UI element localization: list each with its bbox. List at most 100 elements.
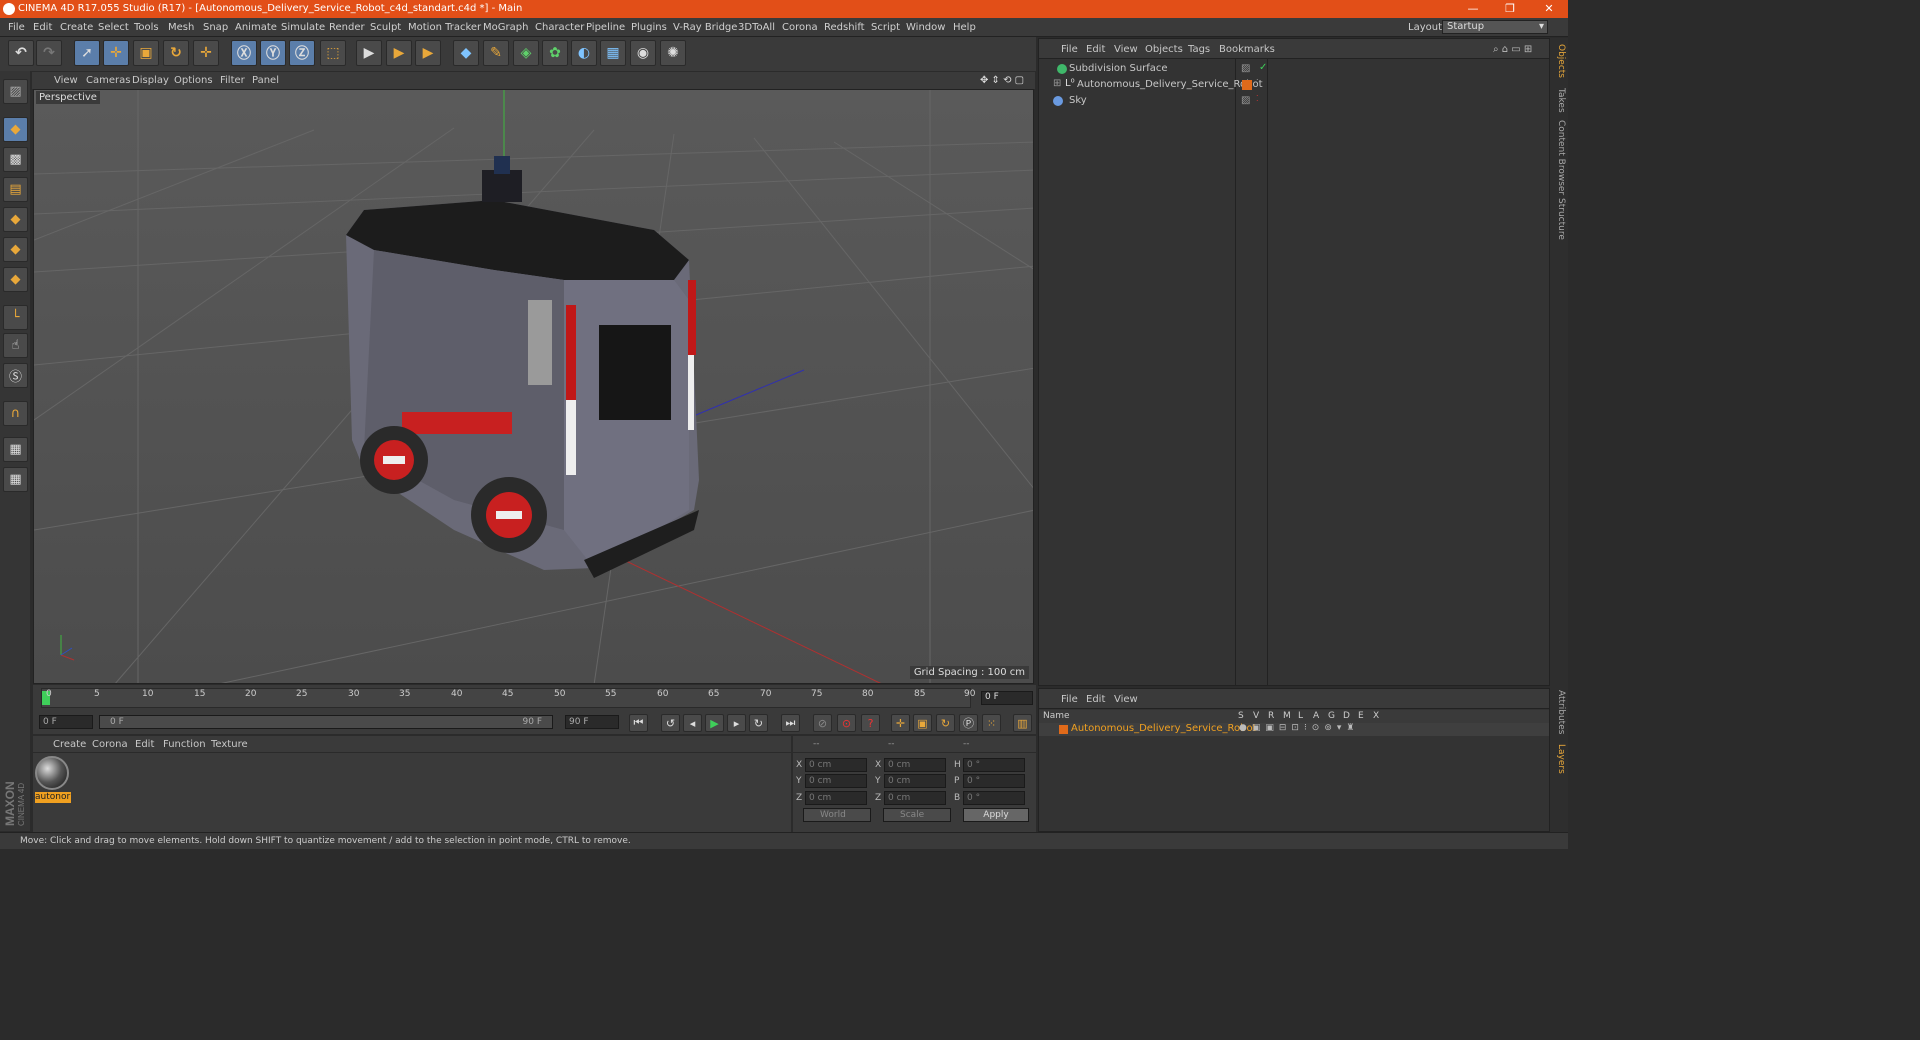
- object-row-sky[interactable]: Sky ▨ ⁚: [1041, 93, 1547, 109]
- menu-help[interactable]: Help: [953, 22, 976, 33]
- axis-mode-icon[interactable]: └: [3, 305, 28, 330]
- autokey-icon[interactable]: ?: [861, 714, 880, 732]
- size-y-field[interactable]: 0 cm: [884, 774, 946, 788]
- rotation-p-field[interactable]: 0 °: [963, 774, 1025, 788]
- render-view-icon[interactable]: ▶: [356, 40, 382, 66]
- tab-content-browser[interactable]: Content Browser: [1552, 120, 1566, 195]
- object-search-icon[interactable]: ⌕ ⌂ ▭ ⊞: [1493, 44, 1532, 55]
- range-slider[interactable]: 0 F 90 F: [99, 715, 553, 729]
- visibility-dots-icon[interactable]: ⁚: [1256, 78, 1259, 87]
- tab-attributes[interactable]: Attributes: [1552, 690, 1566, 734]
- tab-takes[interactable]: Takes: [1552, 88, 1566, 113]
- layout-dropdown[interactable]: Startup ▾: [1442, 20, 1548, 34]
- viewport-nav-icon[interactable]: ✥ ⇕ ⟲ ▢: [980, 75, 1024, 86]
- menu-animate[interactable]: Animate: [235, 22, 277, 33]
- viewport-menu-cameras[interactable]: Cameras: [86, 75, 130, 86]
- play-icon[interactable]: ▶: [705, 714, 724, 732]
- locked-workplane-icon[interactable]: ▦: [3, 437, 28, 462]
- restore-button[interactable]: ❐: [1503, 2, 1517, 16]
- menu-render[interactable]: Render: [329, 22, 365, 33]
- menu-mograph[interactable]: MoGraph: [483, 22, 528, 33]
- key-scale-icon[interactable]: ▣: [913, 714, 932, 732]
- object-menu-edit[interactable]: Edit: [1086, 44, 1105, 55]
- tab-structure[interactable]: Structure: [1552, 198, 1566, 240]
- key-parameter-icon[interactable]: Ⓟ: [959, 714, 978, 732]
- key-pla-icon[interactable]: ⁙: [982, 714, 1001, 732]
- z-axis-icon[interactable]: Ⓩ: [289, 40, 315, 66]
- undo-icon[interactable]: ↶: [8, 40, 34, 66]
- layer-color-icon[interactable]: [1242, 80, 1252, 90]
- menu-character[interactable]: Character: [535, 22, 584, 33]
- material-menu-edit[interactable]: Edit: [135, 739, 154, 750]
- go-to-start-icon[interactable]: ⏮: [629, 714, 648, 732]
- snap-magnet-icon[interactable]: ∩: [3, 401, 28, 426]
- menu-create[interactable]: Create: [60, 22, 93, 33]
- texture-mode-icon[interactable]: ▩: [3, 147, 28, 172]
- menu-edit[interactable]: Edit: [33, 22, 52, 33]
- y-axis-icon[interactable]: Ⓨ: [260, 40, 286, 66]
- polygons-mode-icon[interactable]: ◆: [3, 267, 28, 292]
- menu-select[interactable]: Select: [98, 22, 129, 33]
- start-frame-field[interactable]: 0 F: [39, 715, 93, 729]
- model-mode-icon[interactable]: ◆: [3, 117, 28, 142]
- menu-motion-tracker[interactable]: Motion Tracker: [408, 22, 481, 33]
- tab-layers[interactable]: Layers: [1552, 744, 1566, 774]
- material-menu-create[interactable]: Create: [53, 739, 86, 750]
- object-row-subdivision[interactable]: Subdivision Surface ▨ ✓: [1041, 61, 1547, 77]
- menu-corona[interactable]: Corona: [782, 22, 818, 33]
- material-item[interactable]: autonor: [35, 756, 71, 803]
- menu-file[interactable]: File: [8, 22, 25, 33]
- menu-plugins[interactable]: Plugins: [631, 22, 667, 33]
- menu-vray-bridge[interactable]: V-Ray Bridge: [673, 22, 737, 33]
- coordinate-space-dropdown[interactable]: World: [803, 808, 871, 822]
- menu-tools[interactable]: Tools: [134, 22, 159, 33]
- floor-icon[interactable]: ▦: [600, 40, 626, 66]
- solo-icon[interactable]: Ⓢ: [3, 363, 28, 388]
- visibility-dots-icon[interactable]: ⁚: [1256, 94, 1259, 103]
- menu-3dtoall[interactable]: 3DToAll: [738, 22, 775, 33]
- key-rotation-icon[interactable]: ↻: [936, 714, 955, 732]
- menu-redshift[interactable]: Redshift: [824, 22, 865, 33]
- viewport-menu-options[interactable]: Options: [174, 75, 213, 86]
- next-frame-icon[interactable]: ▸: [727, 714, 746, 732]
- go-to-end-icon[interactable]: ⏭: [781, 714, 800, 732]
- rotate-tool-icon[interactable]: ↻: [163, 40, 189, 66]
- layer-menu-view[interactable]: View: [1114, 694, 1138, 705]
- scale-tool-icon[interactable]: ▣: [133, 40, 159, 66]
- previous-key-icon[interactable]: ↺: [661, 714, 680, 732]
- make-editable-icon[interactable]: ▨: [3, 79, 28, 104]
- redo-icon[interactable]: ↷: [36, 40, 62, 66]
- live-selection-icon[interactable]: ➚: [74, 40, 100, 66]
- expand-icon[interactable]: ⊞: [1053, 78, 1061, 89]
- record-icon[interactable]: ⊙: [837, 714, 856, 732]
- minimize-button[interactable]: —: [1466, 2, 1480, 16]
- layer-menu-edit[interactable]: Edit: [1086, 694, 1105, 705]
- menu-script[interactable]: Script: [871, 22, 900, 33]
- viewport-menu-panel[interactable]: Panel: [252, 75, 279, 86]
- layer-toggle-icons[interactable]: ●▣▣⊟⊡⁝⊙⊚▾♜: [1239, 723, 1359, 733]
- material-menu-texture[interactable]: Texture: [211, 739, 248, 750]
- layer-row[interactable]: Autonomous_Delivery_Service_Robot ●▣▣⊟⊡⁝…: [1039, 723, 1549, 736]
- edit-toggle-icon[interactable]: ▨: [1241, 95, 1250, 106]
- rotation-h-field[interactable]: 0 °: [963, 758, 1025, 772]
- timeline-ruler[interactable]: 0 5 10 15 20 25 30 35 40 45 50 55 60 65 …: [41, 688, 975, 708]
- viewport-menu-view[interactable]: View: [54, 75, 78, 86]
- current-frame-field[interactable]: 0 F: [981, 691, 1033, 705]
- edges-mode-icon[interactable]: ◆: [3, 237, 28, 262]
- spline-pen-icon[interactable]: ✎: [483, 40, 509, 66]
- layer-menu-file[interactable]: File: [1061, 694, 1078, 705]
- menu-window[interactable]: Window: [906, 22, 945, 33]
- subdivision-icon[interactable]: ◈: [513, 40, 539, 66]
- tab-objects[interactable]: Objects: [1552, 44, 1566, 78]
- size-x-field[interactable]: 0 cm: [884, 758, 946, 772]
- light-icon[interactable]: ✺: [660, 40, 686, 66]
- object-menu-bookmarks[interactable]: Bookmarks: [1219, 44, 1275, 55]
- object-menu-view[interactable]: View: [1114, 44, 1138, 55]
- close-button[interactable]: ✕: [1542, 2, 1556, 16]
- position-x-field[interactable]: 0 cm: [805, 758, 867, 772]
- workplane-icon[interactable]: ▤: [3, 177, 28, 202]
- key-position-icon[interactable]: ✛: [891, 714, 910, 732]
- end-frame-field[interactable]: 90 F: [565, 715, 619, 729]
- size-z-field[interactable]: 0 cm: [884, 791, 946, 805]
- tweak-mode-icon[interactable]: ☝: [3, 333, 28, 358]
